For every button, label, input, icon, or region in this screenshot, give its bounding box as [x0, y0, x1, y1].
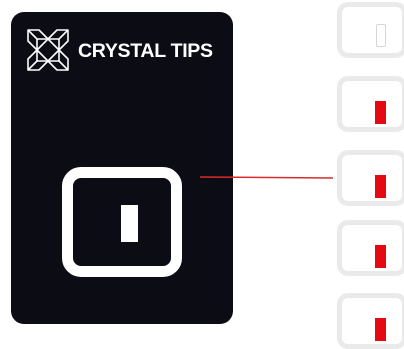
crystal-logo-icon	[27, 29, 69, 71]
swatch-option-2[interactable]	[337, 76, 404, 132]
swatch-empty-mark	[376, 24, 386, 47]
swatch-red-mark	[375, 318, 386, 341]
swatch-red-mark	[375, 175, 386, 198]
swatch-option-5[interactable]	[337, 293, 404, 349]
connector-line	[199, 176, 334, 179]
brand-title: CRYSTAL TIPS	[78, 40, 213, 62]
swatch-option-4[interactable]	[337, 220, 404, 276]
brand-card: CRYSTAL TIPS	[11, 12, 233, 324]
swatch-option-1[interactable]	[337, 2, 404, 58]
swatch-red-mark	[375, 101, 386, 124]
swatch-red-mark	[375, 245, 386, 268]
swatch-option-3[interactable]	[337, 150, 404, 206]
preview-indicator	[121, 205, 138, 242]
